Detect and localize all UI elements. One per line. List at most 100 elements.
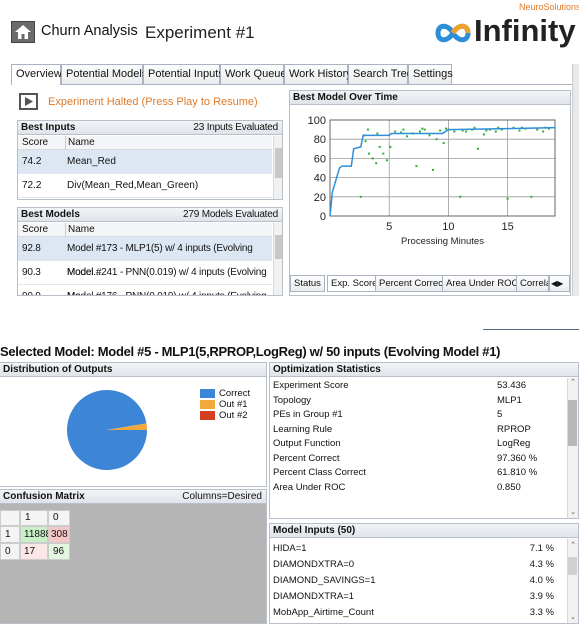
legend-item: Out #2 — [200, 410, 250, 421]
scatter-point — [465, 130, 468, 133]
score-cell: 90.3 — [22, 267, 41, 278]
model-inputs-scrollbar[interactable]: ⌃ ⌄ — [567, 539, 578, 623]
chart-title: Best Model Over Time — [290, 91, 570, 105]
table-row[interactable]: 92.8 Model #173 - MLP1(5) w/ 4 inputs (E… — [18, 237, 272, 278]
table-row[interactable]: 72.2 Div(Mean_Red,Mean_Green) — [18, 174, 272, 198]
score-cell: 90.0 — [22, 285, 41, 295]
tab-overview[interactable]: Overview — [11, 64, 62, 85]
legend-label: Out #2 — [219, 410, 248, 421]
scatter-point — [375, 162, 378, 165]
stat-value: 0.850 — [497, 481, 521, 493]
table-row[interactable]: 90.3 Model #241 - PNN(0.019) w/ 4 inputs… — [18, 261, 272, 295]
tab-potential-models[interactable]: Potential Models — [61, 64, 147, 84]
best-models-panel: Best Models 279 Models Evaluated Score N… — [17, 207, 283, 296]
input-row[interactable]: DIAMONDXTRA=1 3.9 % — [273, 590, 566, 604]
tab-settings[interactable]: Settings — [408, 64, 453, 84]
tab-search-tree[interactable]: Search Tree — [348, 64, 413, 84]
best-line-series — [329, 126, 556, 217]
tab-scroll-arrows[interactable]: ◀▶ — [549, 275, 570, 292]
scatter-point — [435, 138, 438, 141]
col-name[interactable]: Name — [65, 223, 95, 237]
optimization-title: Optimization Statistics — [270, 363, 578, 377]
confusion-title: Confusion Matrix — [3, 491, 85, 502]
scatter-point — [439, 129, 442, 132]
stat-key: Area Under ROC — [273, 481, 346, 493]
tab-status[interactable]: Status — [290, 275, 325, 292]
row-header: 0 — [0, 543, 20, 560]
scatter-point — [376, 132, 379, 135]
input-row[interactable]: DIAMONDXTRA=0 4.3 % — [273, 558, 566, 572]
window-vscroll[interactable] — [572, 64, 579, 296]
best-model-chart-panel: Best Model Over Time 0 20 40 60 80 100 5 10 15 Pr… — [289, 90, 571, 296]
tab-work-history[interactable]: Work History — [284, 64, 352, 84]
confusion-mode[interactable]: Columns=Desired — [182, 490, 262, 504]
play-button[interactable] — [19, 93, 38, 110]
input-name: HIDA=1 — [273, 543, 307, 554]
col-score[interactable]: Score — [22, 223, 48, 237]
matrix-cell: 96 — [48, 543, 70, 560]
scatter-point — [518, 129, 521, 132]
optimization-scrollbar[interactable]: ⌃ ⌄ — [567, 378, 578, 518]
scatter-point — [536, 128, 539, 131]
best-models-scrollbar[interactable] — [273, 223, 282, 295]
scatter-point — [494, 130, 497, 133]
stat-key: Experiment Score — [273, 380, 349, 391]
stat-row: Percent Correct 97.360 % — [273, 452, 566, 466]
best-inputs-count: 23 Inputs Evaluated — [193, 122, 278, 133]
x-tick-label: 5 — [386, 221, 392, 233]
stat-row: Area Under ROC 0.850 — [273, 481, 566, 495]
x-tick-label: 15 — [502, 221, 514, 233]
legend: Correct Out #1 Out #2 — [200, 388, 250, 421]
matrix-cell: 11888 — [20, 526, 51, 543]
y-tick-label: 80 — [314, 134, 326, 146]
col-name[interactable]: Name — [65, 136, 95, 150]
tab-exp-score[interactable]: Exp. Score — [327, 275, 382, 292]
input-weight: 4.3 % — [529, 559, 554, 570]
tab-correlation[interactable]: Correlati — [516, 275, 549, 292]
stat-row: Experiment Score 53.436 — [273, 379, 566, 393]
input-row[interactable]: MobApp_Airtime_Count 3.3 % — [273, 606, 566, 620]
legend-label: Correct — [219, 388, 251, 399]
scatter-point — [402, 128, 405, 131]
brand-name: Infinity — [474, 13, 576, 48]
stat-row: PEs in Group #1 5 — [273, 408, 566, 422]
tab-potential-inputs[interactable]: Potential Inputs — [143, 64, 224, 84]
scatter-point — [428, 134, 431, 137]
scatter-point — [453, 130, 456, 133]
home-icon[interactable] — [11, 21, 35, 43]
tab-work-queue[interactable]: Work Queue — [220, 64, 287, 84]
best-inputs-scrollbar[interactable] — [273, 136, 282, 199]
name-cell: Model #176 - PNN(0.019) w/ 4 inputs (Evo… — [67, 285, 272, 295]
scatter-point — [477, 147, 480, 150]
input-row[interactable]: DIAMOND_SAVINGS=1 4.0 % — [273, 574, 566, 588]
input-row[interactable]: HIDA=1 7.1 % — [273, 542, 566, 556]
scatter-point — [421, 127, 424, 130]
input-name: DIAMONDXTRA=0 — [273, 559, 355, 570]
col-score[interactable]: Score — [22, 136, 48, 150]
score-cell: 72.2 — [22, 180, 42, 191]
selected-model-title: Selected Model: Model #5 - MLP1(5,RPROP,… — [0, 344, 501, 359]
y-tick-label: 60 — [314, 153, 326, 165]
separator-line — [483, 329, 579, 330]
input-weight: 3.9 % — [529, 591, 554, 602]
stat-value: LogReg — [497, 438, 531, 449]
tab-area-under-roc[interactable]: Area Under ROC — [442, 275, 523, 292]
stat-value: 97.360 % — [497, 452, 538, 464]
table-row[interactable]: 90.0 Model #176 - PNN(0.019) w/ 4 inputs… — [18, 285, 272, 295]
confusion-matrix-panel: Confusion Matrix Columns=Desired 1 0 1 1… — [0, 489, 267, 624]
legend-item: Out #1 — [200, 399, 250, 410]
scatter-point — [364, 140, 367, 143]
legend-label: Out #1 — [219, 399, 248, 410]
y-tick-label: 40 — [314, 173, 326, 185]
status-message: Experiment Halted (Press Play to Resume) — [48, 96, 258, 108]
matrix-cell: 17 — [20, 543, 48, 560]
table-row[interactable]: 74.2 Mean_Red — [18, 150, 272, 174]
scatter-point — [405, 135, 408, 138]
stat-key: Percent Correct — [273, 452, 340, 464]
stat-key: Topology — [273, 394, 312, 406]
tab-percent-correct[interactable]: Percent Correct — [375, 275, 450, 292]
scatter-point — [394, 130, 397, 133]
input-name: DIAMOND_SAVINGS=1 — [273, 575, 376, 586]
score-cell: 74.2 — [22, 156, 42, 167]
legend-item: Correct — [200, 388, 250, 399]
